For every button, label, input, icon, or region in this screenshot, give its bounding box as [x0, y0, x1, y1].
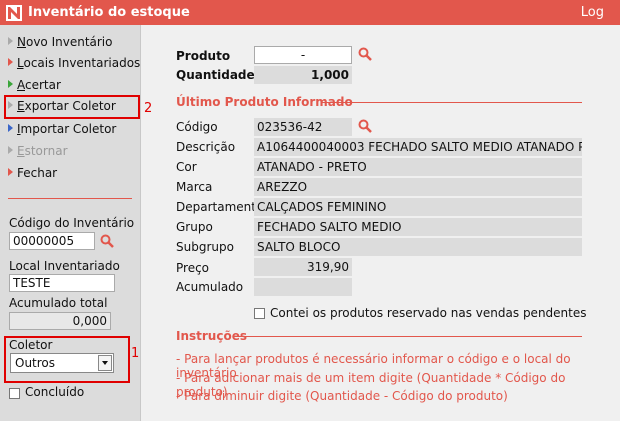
instrucoes-divider — [238, 336, 582, 337]
arrow-right-icon — [8, 37, 13, 45]
field-label-preco: Preço — [176, 261, 210, 275]
field-value-grupo: FECHADO SALTO MEDIO — [254, 218, 582, 236]
contei-reservados-label: Contei os produtos reservado nas vendas … — [270, 306, 587, 320]
instrucoes-title: Instruções — [176, 329, 247, 343]
field-value-cor: ATANADO - PRETO — [254, 158, 582, 176]
sidebar-item-acertar[interactable]: Acertar — [8, 78, 61, 96]
coletor-label: Coletor — [9, 338, 53, 352]
coletor-selected-value: Outros — [15, 356, 56, 370]
field-value-acumulado — [254, 278, 352, 296]
search-icon[interactable] — [100, 234, 114, 248]
codigo-inventario-label: Código do Inventário — [9, 216, 135, 230]
field-label-subgrupo: Subgrupo — [176, 240, 234, 254]
arrow-right-icon — [8, 146, 13, 154]
annotation-2: 2 — [144, 101, 153, 116]
search-icon[interactable] — [358, 47, 372, 61]
produto-label: Produto — [176, 49, 231, 63]
field-label-acumulado: Acumulado — [176, 280, 244, 294]
local-inventariado-input[interactable]: TESTE — [9, 274, 115, 292]
local-inventariado-label: Local Inventariado — [9, 259, 120, 273]
field-label-marca: Marca — [176, 180, 213, 194]
field-label-grupo: Grupo — [176, 220, 213, 234]
field-value-descricao: A1064400040003 FECHADO SALTO MEDIO ATANA… — [254, 138, 582, 156]
field-value-preco: 319,90 — [254, 258, 352, 276]
contei-reservados-checkbox[interactable] — [254, 308, 265, 319]
field-value-codigo: 023536-42 — [254, 118, 352, 136]
field-value-marca: AREZZO — [254, 178, 582, 196]
sidebar-item-fechar[interactable]: Fechar — [8, 166, 57, 184]
app-logo-icon — [6, 5, 22, 21]
concluido-label: Concluído — [25, 385, 85, 399]
sidebar-divider — [8, 198, 132, 199]
field-value-departamento: CALÇADOS FEMININO — [254, 198, 582, 216]
quantidade-input[interactable]: 1,000 — [254, 66, 352, 84]
coletor-select[interactable]: Outros — [10, 353, 114, 373]
highlight-box-exportar — [4, 95, 140, 119]
sidebar-item-locais-inventariados[interactable]: Locais Inventariados — [8, 56, 140, 74]
window-title: Inventário do estoque — [28, 5, 190, 20]
quantidade-label: Quantidade — [176, 68, 255, 82]
codigo-inventario-input[interactable]: 00000005 — [9, 232, 95, 250]
sidebar-item-importar-coletor[interactable]: Importar Coletor — [8, 122, 116, 140]
acumulado-total-label: Acumulado total — [9, 296, 108, 310]
field-label-descricao: Descrição — [176, 140, 236, 154]
title-bar: Inventário do estoque Log — [0, 0, 620, 25]
field-label-cor: Cor — [176, 160, 197, 174]
arrow-right-icon — [8, 124, 13, 132]
arrow-right-icon — [8, 58, 13, 66]
search-icon[interactable] — [358, 119, 372, 133]
acumulado-total-value: 0,000 — [9, 312, 111, 330]
field-value-subgrupo: SALTO BLOCO — [254, 238, 582, 256]
ultimo-produto-divider — [322, 102, 582, 103]
instruction-line-3: - Para diminuir digite (Quantidade - Cód… — [176, 389, 508, 403]
log-link[interactable]: Log — [581, 5, 604, 20]
field-label-codigo: Código — [176, 120, 218, 134]
produto-input[interactable]: - — [254, 46, 352, 64]
field-label-departamento: Departamento — [176, 200, 264, 214]
sidebar-item-novo-inventario[interactable]: Novo Inventário — [8, 35, 113, 53]
annotation-1: 1 — [131, 346, 140, 361]
arrow-right-icon — [8, 168, 13, 176]
chevron-down-icon[interactable] — [98, 355, 112, 371]
sidebar-item-estornar[interactable]: Estornar — [8, 144, 68, 162]
concluido-checkbox[interactable] — [9, 388, 20, 399]
arrow-right-icon — [8, 80, 13, 88]
